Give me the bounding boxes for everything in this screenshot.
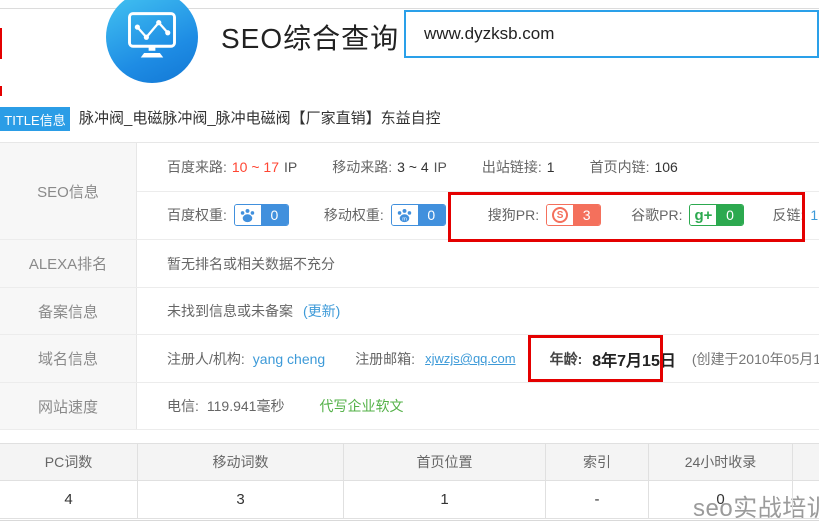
column-header-home-position: 首页位置 [343, 443, 545, 481]
column-header-index: 索引 [545, 443, 648, 481]
title-info-badge: TITLE信息 [0, 107, 70, 131]
email-label: 注册邮箱: [355, 349, 415, 369]
icp-update-link[interactable]: (更新) [303, 301, 340, 321]
baidu-traffic-value: 10 ~ 17 [232, 159, 279, 175]
baidu-paw-m-icon: m [392, 205, 418, 225]
alexa-row: ALEXA排名 暂无排名或相关数据不充分 [0, 240, 819, 288]
mobile-traffic-unit: IP [434, 159, 447, 175]
speed-row: 网站速度 电信: 119.941毫秒 代写企业软文 [0, 383, 819, 430]
clipped-annotation-mark [0, 86, 2, 96]
row-label-domain: 域名信息 [0, 335, 137, 382]
inlink-label: 首页内链: [590, 157, 650, 177]
domain-created-text: (创建于2010年05月16日 [692, 349, 819, 369]
traffic-row: 百度来路: 10 ~ 17 IP 移动来路: 3 ~ 4 IP 出站链接: 1 … [137, 143, 819, 192]
icp-row: 备案信息 未找到信息或未备案 (更新) [0, 288, 819, 335]
mobile-weight-value: 0 [418, 205, 445, 225]
row-label-alexa: ALEXA排名 [0, 240, 137, 287]
app-logo [106, 0, 198, 83]
registrant-email-link[interactable]: xjwzjs@qq.com [425, 351, 516, 366]
baidu-weight-label: 百度权重: [167, 205, 227, 225]
mobile-weight-label: 移动权重: [324, 205, 384, 225]
icp-content: 未找到信息或未备案 [167, 301, 293, 321]
baidu-paw-icon [235, 205, 261, 225]
keyword-stats-table: PC词数 移动词数 首页位置 索引 24小时收录 4 3 1 - 0 [0, 443, 819, 519]
outlink-value: 1 [547, 159, 555, 175]
collect-24h-value: 0 [648, 481, 792, 519]
pr-highlight-annotation [448, 192, 805, 242]
page-title: SEO综合查询 [221, 17, 399, 57]
seo-info-table: SEO信息 百度来路: 10 ~ 17 IP 移动来路: 3 ~ 4 IP 出站… [0, 142, 819, 430]
clipped-cell [792, 481, 819, 519]
mobile-traffic-value: 3 ~ 4 [397, 159, 429, 175]
column-header-24h-collect: 24小时收录 [648, 443, 792, 481]
home-position-value: 1 [343, 481, 545, 519]
clipped-annotation-mark [0, 28, 2, 59]
telecom-speed-value: 119.941毫秒 [207, 396, 285, 416]
telecom-speed-label: 电信: [167, 396, 199, 416]
site-title-text: 脉冲阀_电磁脉冲阀_脉冲电磁阀【厂家直销】东益自控 [79, 107, 441, 131]
outlink-label: 出站链接: [482, 157, 542, 177]
ad-link[interactable]: 代写企业软文 [319, 396, 403, 416]
registrant-link[interactable]: yang cheng [253, 351, 325, 367]
domain-age-highlight-annotation [528, 335, 663, 382]
baidu-traffic-unit: IP [284, 159, 297, 175]
mobile-traffic-label: 移动来路: [332, 157, 392, 177]
baidu-weight-badge: 0 [234, 204, 289, 226]
column-header-pc-words: PC词数 [0, 443, 137, 481]
registrant-label: 注册人/机构: [167, 349, 245, 369]
pc-words-value: 4 [0, 481, 137, 519]
svg-text:m: m [402, 216, 407, 222]
row-label-speed: 网站速度 [0, 383, 137, 429]
domain-row: 域名信息 注册人/机构: yang cheng 注册邮箱: xjwzjs@qq.… [0, 335, 819, 383]
baidu-traffic-label: 百度来路: [167, 157, 227, 177]
inlink-value: 106 [654, 159, 677, 175]
baidu-weight-value: 0 [261, 205, 288, 225]
row-label-seo: SEO信息 [0, 143, 137, 239]
row-label-icp: 备案信息 [0, 288, 137, 334]
domain-search-input[interactable] [404, 10, 819, 58]
mobile-words-value: 3 [137, 481, 343, 519]
alexa-content: 暂无排名或相关数据不充分 [167, 254, 335, 274]
column-header-mobile-words: 移动词数 [137, 443, 343, 481]
column-header-clipped [792, 443, 819, 481]
index-value: - [545, 481, 648, 519]
backlink-value-link[interactable]: 1 [810, 207, 818, 223]
monitor-line-chart-icon [125, 10, 179, 65]
mobile-weight-badge: m 0 [391, 204, 446, 226]
seo-query-page: SEO综合查询 TITLE信息 脉冲阀_电磁脉冲阀_脉冲电磁阀【厂家直销】东益自… [0, 0, 819, 522]
